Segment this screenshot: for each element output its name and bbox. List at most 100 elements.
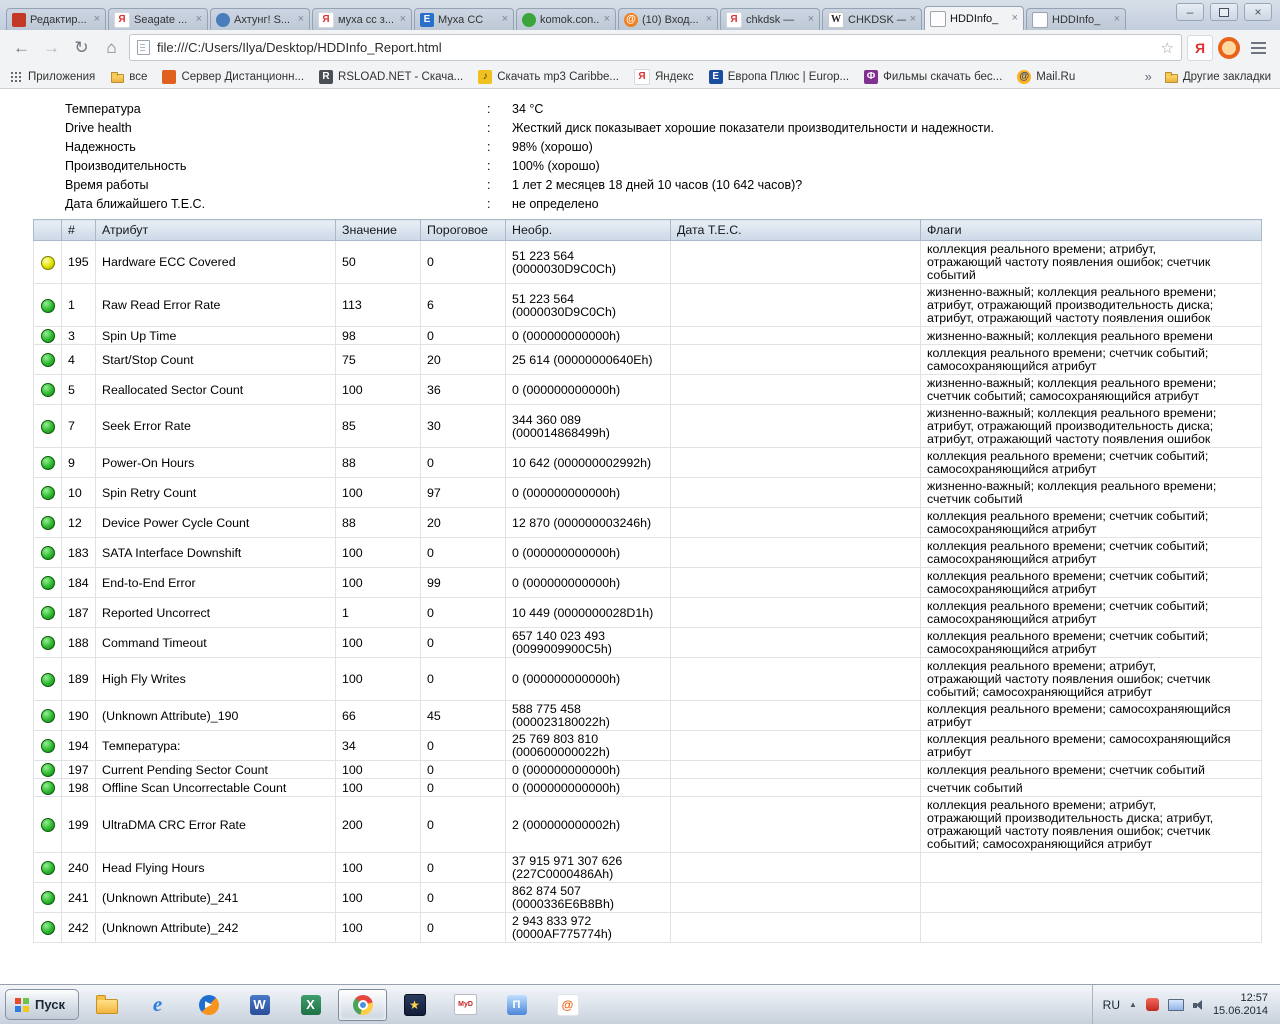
bookmark-item[interactable]: @ Mail.Ru — [1017, 69, 1075, 84]
bookmarks-overflow-chevron[interactable]: » — [1145, 69, 1152, 84]
browser-tab[interactable]: Яchkdsk — × — [720, 8, 820, 30]
yandex-favicon-icon: Я — [726, 11, 742, 28]
bookmark-item[interactable]: все — [110, 70, 147, 84]
table-header-row: # Атрибут Значение Пороговое Необр. Дата T.E.… — [33, 219, 1262, 241]
media-player-taskbar-button[interactable]: ▶ — [185, 990, 232, 1020]
tab-close-icon[interactable]: × — [1012, 13, 1018, 24]
status-led-green-icon — [40, 672, 55, 687]
attribute-flags: коллекция реального времени; счетчик соб… — [920, 627, 1262, 658]
tab-close-icon[interactable]: × — [808, 14, 814, 25]
attribute-threshold: 0 — [420, 912, 506, 943]
network-icon[interactable] — [1167, 998, 1184, 1011]
attribute-tec-date — [670, 507, 921, 538]
tab-title: CHKDSK — — [848, 13, 906, 26]
explorer-taskbar-button[interactable] — [83, 990, 130, 1020]
bookmark-item[interactable]: Ф Фильмы скачать бес... — [864, 69, 1002, 84]
browser-tab[interactable]: Редактир... × — [6, 8, 106, 30]
browser-tab[interactable]: komok.con... × — [516, 8, 616, 30]
menu-icon[interactable] — [1245, 36, 1271, 60]
bookmark-star-icon[interactable]: ☆ — [1161, 39, 1174, 57]
orange-app-taskbar-button[interactable]: @ — [544, 990, 591, 1020]
blue-app-taskbar-button[interactable]: П — [493, 990, 540, 1020]
browser-tab[interactable]: HDDInfo_ × — [1026, 8, 1126, 30]
attribute-flags: коллекция реального времени; счетчик соб… — [920, 507, 1262, 538]
myd-taskbar-button[interactable]: MyD — [442, 990, 489, 1020]
attribute-tec-date — [670, 912, 921, 943]
attribute-flags: коллекция реального времени; атрибут, от… — [920, 657, 1262, 701]
browser-tab[interactable]: @ (10) Вход... × — [618, 8, 718, 30]
home-icon[interactable]: ⌂ — [99, 35, 124, 60]
table-row: 195 Hardware ECC Covered 50 0 51 223 564 (00… — [33, 240, 1262, 284]
attribute-flags — [920, 882, 1262, 913]
chrome-taskbar-button[interactable] — [338, 988, 387, 1021]
browser-tab[interactable]: E Муха СС × — [414, 8, 514, 30]
tab-close-icon[interactable]: × — [196, 14, 202, 25]
forward-icon[interactable]: → — [39, 35, 64, 60]
reload-icon[interactable]: ↻ — [69, 35, 94, 60]
led-cell — [33, 597, 62, 628]
page-icon — [137, 40, 150, 55]
system-tray: RU ▲ 12:57 15.06.2014 — [1091, 985, 1275, 1024]
start-label: Пуск — [35, 997, 65, 1012]
bookmark-item[interactable]: Е Европа Плюс | Europ... — [708, 69, 849, 84]
attribute-name: Head Flying Hours — [95, 852, 336, 883]
tab-close-icon[interactable]: × — [604, 14, 610, 25]
restore-button[interactable] — [1210, 3, 1238, 21]
bookmark-item[interactable]: Сервер Дистанционн... — [162, 69, 304, 84]
tray-app-icon[interactable] — [1145, 998, 1159, 1011]
browser-tab[interactable]: Ахтунг! S... × — [210, 8, 310, 30]
attribute-threshold: 0 — [420, 537, 506, 568]
tab-close-icon[interactable]: × — [502, 14, 508, 25]
attribute-id: 9 — [61, 447, 96, 478]
bookmark-item[interactable]: Приложения — [9, 70, 95, 84]
tab-close-icon[interactable]: × — [1114, 14, 1120, 25]
extension-icon[interactable] — [1218, 36, 1240, 59]
other-bookmarks-button[interactable]: Другие закладки — [1164, 70, 1271, 84]
attribute-tec-date — [670, 240, 921, 284]
tab-close-icon[interactable]: × — [400, 14, 406, 25]
tab-close-icon[interactable]: × — [706, 14, 712, 25]
clock[interactable]: 12:57 15.06.2014 — [1213, 992, 1268, 1018]
led-cell — [33, 700, 62, 731]
attribute-id: 195 — [61, 240, 96, 284]
attribute-tec-date — [670, 730, 921, 761]
page-favicon-icon — [1032, 11, 1048, 28]
clock-date: 15.06.2014 — [1212, 1004, 1268, 1017]
star-app-icon: ★ — [403, 993, 426, 1016]
star-app-taskbar-button[interactable]: ★ — [391, 990, 438, 1020]
close-button[interactable]: × — [1244, 3, 1272, 21]
minimize-button[interactable]: – — [1176, 3, 1204, 21]
summary-value: 1 лет 2 месяцев 18 дней 10 часов (10 642… — [512, 178, 803, 192]
blue-globe-favicon-icon — [216, 12, 230, 27]
volume-icon[interactable] — [1192, 999, 1204, 1011]
back-icon[interactable]: ← — [9, 35, 34, 60]
myd-icon: MyD — [454, 994, 477, 1015]
other-bookmarks-label: Другие закладки — [1182, 70, 1271, 83]
browser-tab[interactable]: HDDInfo_ × — [924, 6, 1024, 30]
browser-tab[interactable]: Я Seagate ... × — [108, 8, 208, 30]
excel-taskbar-button[interactable]: X — [287, 990, 334, 1020]
summary-label: Время работы — [65, 178, 149, 192]
tray-expand-icon[interactable]: ▲ — [1129, 1000, 1137, 1009]
tab-close-icon[interactable]: × — [94, 14, 100, 25]
browser-tab[interactable]: W CHKDSK — × — [822, 8, 922, 30]
bookmark-item[interactable]: R RSLOAD.NET - Скача... — [319, 69, 463, 84]
bookmark-item[interactable]: ♪ Скачать mp3 Caribbe... — [478, 69, 619, 84]
word-taskbar-button[interactable]: W — [236, 990, 283, 1020]
url-text: file:///C:/Users/Ilya/Desktop/HDDInfo_Re… — [157, 40, 442, 55]
yandex-extension-icon[interactable]: Я — [1187, 34, 1213, 61]
led-cell — [33, 404, 62, 448]
attribute-threshold: 0 — [420, 240, 506, 284]
start-button[interactable]: Пуск — [5, 989, 79, 1020]
tab-close-icon[interactable]: × — [298, 14, 304, 25]
ie-taskbar-button[interactable]: e — [134, 990, 181, 1020]
bookmark-item[interactable]: Я Яндекс — [634, 68, 694, 85]
address-bar[interactable]: file:///C:/Users/Ilya/Desktop/HDDInfo_Re… — [129, 34, 1182, 61]
attribute-value: 98 — [335, 326, 421, 345]
browser-tab[interactable]: Ямуха сс з... × — [312, 8, 412, 30]
attribute-value: 200 — [335, 796, 421, 853]
language-indicator[interactable]: RU — [1103, 998, 1120, 1012]
status-led-green-icon — [40, 781, 55, 795]
attribute-id: 183 — [61, 537, 96, 568]
tab-close-icon[interactable]: × — [910, 14, 916, 25]
